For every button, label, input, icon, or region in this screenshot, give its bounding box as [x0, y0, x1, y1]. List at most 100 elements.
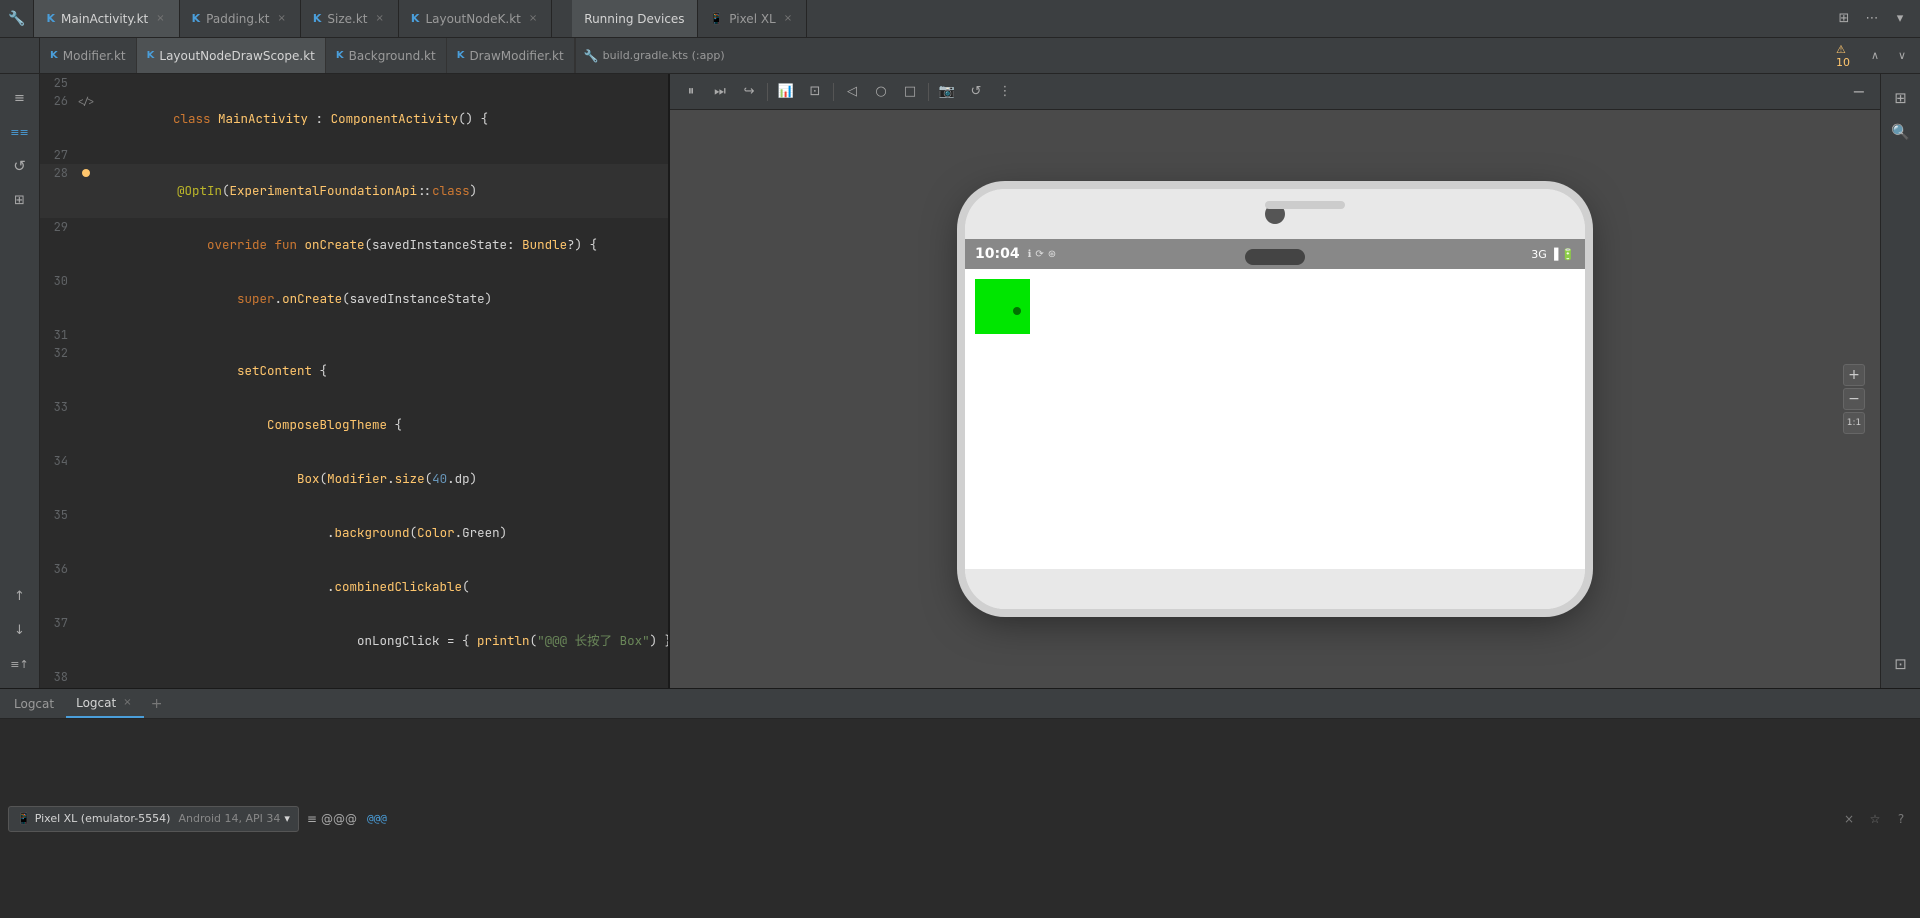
tab-label: Logcat	[14, 697, 54, 711]
top-toolbar-right: ⊞ ⋯ ▾	[1832, 7, 1920, 31]
filter-btn[interactable]: ≡ @@@	[307, 812, 357, 826]
tab-mainactivity[interactable]: K MainActivity.kt ×	[34, 0, 179, 37]
device-preview-area: 10:04 ℹ ⟳ ⊛ 3G ▐ 🔋	[670, 110, 1880, 688]
code-editor[interactable]: 25 26 </> class MainActivity : Component…	[40, 74, 668, 688]
tab-close-layoutnode[interactable]: ×	[527, 12, 539, 25]
tab-icon: K	[457, 50, 465, 61]
tab-padding[interactable]: K Padding.kt ×	[180, 0, 301, 37]
tab-close-size[interactable]: ×	[374, 12, 386, 25]
green-box	[975, 279, 1030, 334]
reset-btn[interactable]: ↺	[963, 79, 989, 105]
code-line-29: 29 override fun onCreate(savedInstanceSt…	[40, 218, 668, 272]
tab-label: Size.kt	[327, 12, 367, 26]
sidebar-icon-up[interactable]: ↑	[4, 580, 36, 612]
tab-close-pixel-xl[interactable]: ×	[782, 12, 794, 25]
build-gradle-label: build.gradle.kts (:app)	[603, 49, 725, 62]
device-tabs: Running Devices 📱 Pixel XL ×	[572, 0, 807, 37]
more-btn[interactable]: ⋮	[992, 79, 1018, 105]
tab-layoutnode[interactable]: K LayoutNodeK.kt ×	[399, 0, 552, 37]
build-gradle-tab[interactable]: 🔧 build.gradle.kts (:app)	[575, 38, 733, 73]
pause-btn[interactable]: ⏸	[678, 79, 704, 105]
phone-time: 10:04	[975, 246, 1020, 262]
rotate-btn[interactable]: ⊡	[802, 79, 828, 105]
cursor-pointer	[1013, 307, 1021, 315]
logcat-help-btn[interactable]: ?	[1890, 808, 1912, 830]
add-tab-btn[interactable]: +	[146, 693, 168, 715]
chevron-up-btn[interactable]: ∧	[1863, 44, 1887, 68]
bottom-content-area: 📱 Pixel XL (emulator-5554) Android 14, A…	[0, 719, 1920, 918]
tab-pixel-xl[interactable]: 📱 Pixel XL ×	[698, 0, 808, 37]
sidebar-icon-structure[interactable]: ≡≡	[4, 116, 36, 148]
tab-label: Running Devices	[584, 12, 684, 26]
log-output-text: @@@	[367, 812, 387, 825]
tab-icon: K	[192, 12, 201, 25]
tab-running-devices[interactable]: Running Devices	[572, 0, 697, 37]
home-btn[interactable]: ◁	[839, 79, 865, 105]
tab-label: MainActivity.kt	[61, 12, 148, 26]
float-zoom-level[interactable]: 1:1	[1843, 412, 1865, 434]
window-layout-btn[interactable]: ⊞	[1832, 7, 1856, 31]
warning-count: ⚠ 10	[1836, 43, 1860, 69]
right-icon-inspect[interactable]: 🔍	[1885, 116, 1917, 148]
sidebar-icon-grid[interactable]: ⊞	[4, 184, 36, 216]
step-over-btn[interactable]: ⏭	[707, 79, 733, 105]
tab-close-logcat2[interactable]: ×	[121, 696, 133, 709]
zoom-in-btn[interactable]: +	[1846, 74, 1872, 78]
camera-btn[interactable]: 📷	[934, 79, 960, 105]
tab-label: LayoutNodeK.kt	[425, 12, 520, 26]
tab-modifier[interactable]: K Modifier.kt	[40, 38, 137, 73]
bottom-tab-logcat2[interactable]: Logcat ×	[66, 689, 143, 718]
tab-label: Pixel XL	[729, 12, 775, 26]
back-btn[interactable]: ↩	[736, 79, 762, 105]
tab-layoutnodedrawscope[interactable]: K LayoutNodeDrawScope.kt	[137, 38, 326, 73]
right-icon-layout[interactable]: ⊞	[1885, 82, 1917, 114]
phone-bottom-bar	[965, 569, 1585, 609]
sidebar-icon-menu[interactable]: ≡	[4, 82, 36, 114]
toolbar-divider-2	[833, 83, 834, 101]
square-btn[interactable]: □	[897, 79, 923, 105]
device-selector-label: Pixel XL (emulator-5554)	[35, 812, 171, 825]
logcat-star-btn[interactable]: ☆	[1864, 808, 1886, 830]
circle-btn[interactable]: ○	[868, 79, 894, 105]
bottom-tab-bar: Logcat Logcat × +	[0, 689, 1920, 719]
tab-icon: K	[147, 50, 155, 61]
tab-close-mainactivity[interactable]: ×	[154, 12, 166, 25]
logcat-close-btn[interactable]: ×	[1838, 808, 1860, 830]
info-icon: ℹ	[1028, 249, 1032, 260]
phone-top-area	[965, 189, 1585, 239]
device-selector-detail: Android 14, API 34	[178, 812, 280, 825]
phone-status-icons: ℹ ⟳ ⊛	[1028, 249, 1057, 260]
sidebar-icon-down[interactable]: ↓	[4, 614, 36, 646]
more-options-btn[interactable]: ⋯	[1860, 7, 1884, 31]
float-zoom-out[interactable]: −	[1843, 388, 1865, 410]
code-line-34: 34 Box(Modifier.size(40.dp)	[40, 452, 668, 506]
build-gradle-icon: 🔧	[584, 49, 599, 63]
bottom-tab-logcat1[interactable]: Logcat	[4, 689, 64, 718]
code-line-35: 35 .background(Color.Green)	[40, 506, 668, 560]
tab-size[interactable]: K Size.kt ×	[301, 0, 399, 37]
tab-drawmodifier[interactable]: K DrawModifier.kt	[447, 38, 575, 73]
zoom-out-btn[interactable]: −	[1846, 79, 1872, 105]
code-line-27: 27	[40, 146, 668, 164]
sidebar-icon-list-up[interactable]: ≡↑	[4, 648, 36, 680]
logcat-device-selector[interactable]: 📱 Pixel XL (emulator-5554) Android 14, A…	[8, 806, 299, 832]
code-line-36: 36 .combinedClickable(	[40, 560, 668, 614]
tab-close-padding[interactable]: ×	[275, 12, 287, 25]
chevron-down-btn[interactable]: ∨	[1890, 44, 1914, 68]
main-content-area: ≡ ≡≡ ↺ ⊞ ↑ ↓ ≡↑ 25 26 </> class Mai	[0, 74, 1920, 688]
phone-app-content	[965, 269, 1585, 569]
tab-background[interactable]: K Background.kt	[326, 38, 447, 73]
battery-icon: 🔋	[1561, 248, 1575, 261]
code-line-26: 26 </> class MainActivity : ComponentAct…	[40, 92, 668, 146]
dropdown-btn[interactable]: ▾	[1888, 7, 1912, 31]
screenshot-btn[interactable]: 📊	[773, 79, 799, 105]
sidebar-icon-refresh[interactable]: ↺	[4, 150, 36, 182]
sidebar-toggle	[0, 38, 40, 73]
warning-indicator[interactable]: ⚠ 10	[1836, 44, 1860, 68]
tab-icon: K	[50, 50, 58, 61]
phone-signal-area: 3G ▐ 🔋	[1531, 248, 1575, 261]
tab-label: LayoutNodeDrawScope.kt	[159, 49, 314, 63]
code-line-30: 30 super.onCreate(savedInstanceState)	[40, 272, 668, 326]
float-zoom-in[interactable]: +	[1843, 364, 1865, 386]
right-icon-panel[interactable]: ⊡	[1885, 648, 1917, 680]
